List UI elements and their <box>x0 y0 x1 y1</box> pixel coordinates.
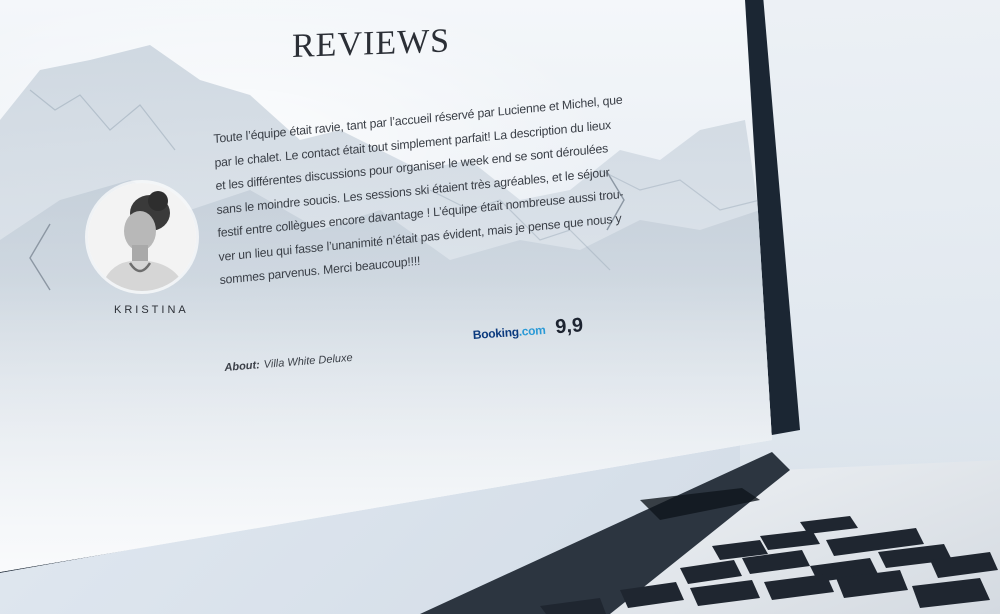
laptop-keyboard-deck <box>420 452 1000 614</box>
laptop-scene: REVIEWS KRISTINA Toute l’équipe était ra… <box>0 0 1000 614</box>
